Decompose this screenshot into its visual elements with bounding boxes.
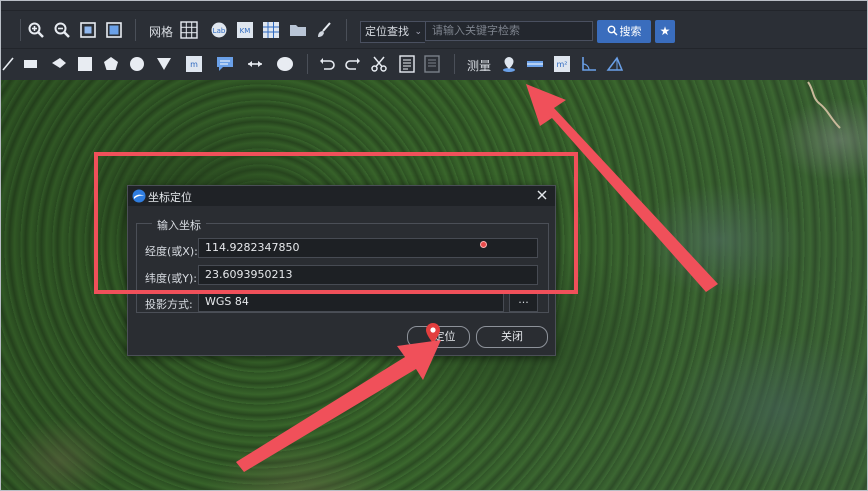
brush-icon[interactable] (313, 19, 335, 41)
document-icon[interactable] (421, 53, 443, 75)
separator (20, 19, 21, 41)
main-toolbar: 网格 Lab KM 定位查找 ⌄ 搜索 ★ (0, 10, 868, 49)
square-icon[interactable] (74, 53, 96, 75)
resize-icon[interactable] (244, 53, 266, 75)
kml-icon[interactable]: KM (234, 19, 256, 41)
svg-text:m²: m² (557, 60, 568, 69)
globe-icon[interactable]: Lab (208, 19, 230, 41)
map-road (807, 81, 841, 129)
cursor-marker (480, 241, 487, 248)
triangle-icon[interactable] (153, 53, 175, 75)
comment-icon[interactable] (214, 53, 236, 75)
separator (135, 19, 136, 41)
pentagon-icon[interactable] (100, 53, 122, 75)
coordinate-group-title: 输入坐标 (152, 217, 206, 233)
latitude-label: 纬度(或Y): (145, 272, 198, 285)
height-icon[interactable] (604, 53, 626, 75)
longitude-label: 经度(或X): (145, 245, 198, 258)
location-pin-icon (426, 323, 440, 343)
distance-icon[interactable] (524, 53, 546, 75)
area-icon[interactable]: m² (551, 53, 573, 75)
rectangle-icon[interactable] (20, 53, 42, 75)
search-button-label: 搜索 (619, 25, 642, 38)
search-button[interactable]: 搜索 (597, 20, 651, 43)
grid-icon[interactable] (178, 19, 200, 41)
polyline-icon[interactable] (0, 53, 22, 75)
pin-icon[interactable] (498, 53, 520, 75)
close-icon[interactable] (535, 188, 549, 202)
separator (454, 54, 455, 74)
projection-more-button[interactable]: ... (509, 292, 538, 312)
label-icon[interactable]: m (183, 53, 205, 75)
app-logo-icon (132, 189, 146, 203)
search-icon (607, 21, 618, 44)
dialog-title: 坐标定位 (148, 191, 192, 204)
star-icon: ★ (659, 24, 671, 38)
svg-text:Lab: Lab (213, 27, 226, 35)
redo-icon[interactable] (342, 53, 364, 75)
svg-text:KM: KM (240, 27, 251, 35)
folder-icon[interactable] (287, 19, 309, 41)
search-type-select[interactable]: 定位查找 ⌄ (360, 21, 425, 43)
scissors-icon[interactable] (368, 53, 390, 75)
full-extent-icon[interactable] (77, 19, 99, 41)
circle-icon[interactable] (126, 53, 148, 75)
separator (346, 19, 347, 41)
latitude-field[interactable]: 23.6093950213 (198, 265, 538, 285)
dialog-titlebar[interactable]: 坐标定位 (128, 186, 555, 206)
arrow-icon[interactable] (48, 53, 70, 75)
favorites-button[interactable]: ★ (655, 20, 675, 43)
ellipse-icon[interactable] (274, 53, 296, 75)
drawing-toolbar: m 测量 m² (0, 48, 868, 81)
table-icon[interactable] (260, 19, 282, 41)
search-input[interactable] (425, 21, 593, 41)
svg-text:m: m (190, 60, 198, 69)
grid-label: 网格 (149, 25, 174, 39)
note-icon[interactable] (396, 53, 418, 75)
chevron-down-icon: ⌄ (414, 27, 422, 37)
zoom-out-icon[interactable] (51, 19, 73, 41)
top-menubar (0, 0, 868, 10)
search-type-value: 定位查找 (365, 25, 409, 38)
projection-field[interactable]: WGS 84 (198, 292, 504, 312)
undo-icon[interactable] (316, 53, 338, 75)
projection-label: 投影方式: (145, 298, 193, 311)
angle-icon[interactable] (578, 53, 600, 75)
coordinate-locate-dialog: 坐标定位 输入坐标 经度(或X): 114.9282347850 纬度(或Y):… (127, 185, 556, 356)
separator (307, 54, 308, 74)
zoom-in-icon[interactable] (25, 19, 47, 41)
fullscreen-icon[interactable] (103, 19, 125, 41)
measure-label: 测量 (467, 59, 492, 73)
close-button-label: 关闭 (501, 330, 523, 343)
close-button[interactable]: 关闭 (476, 326, 548, 348)
longitude-field[interactable]: 114.9282347850 (198, 238, 538, 258)
